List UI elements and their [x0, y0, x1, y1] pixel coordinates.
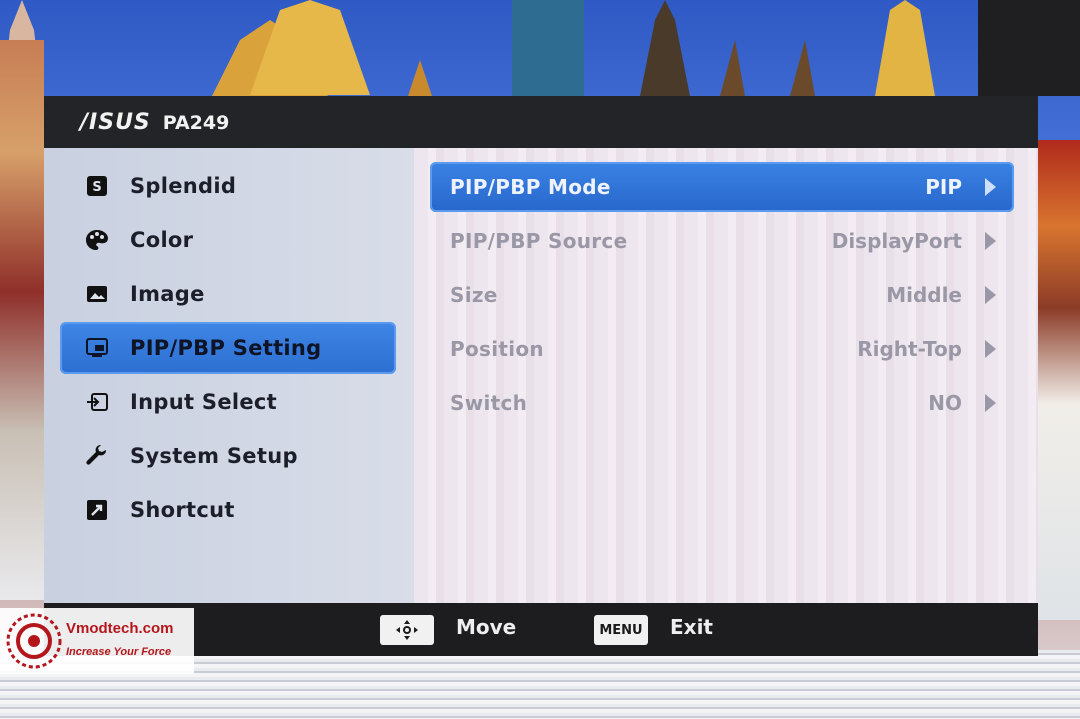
- chevron-right-icon: [985, 340, 996, 358]
- sidebar-item-color[interactable]: Color: [60, 214, 396, 266]
- osd-sidebar: S Splendid Color Image PIP/PBP Setting I…: [44, 148, 414, 603]
- setting-value: NO: [928, 391, 962, 415]
- setting-label: PIP/PBP Mode: [450, 175, 611, 199]
- sidebar-item-splendid[interactable]: S Splendid: [60, 160, 396, 212]
- setting-label: Position: [450, 337, 544, 361]
- vmodtech-seal-logo: [6, 613, 62, 669]
- watermark-tagline: Increase Your Force: [66, 646, 172, 658]
- sidebar-item-system-setup[interactable]: System Setup: [60, 430, 396, 482]
- wrench-icon: [84, 443, 110, 469]
- sidebar-item-shortcut[interactable]: Shortcut: [60, 484, 396, 536]
- setting-value: PIP: [925, 175, 962, 199]
- osd-titlebar: /ISUS PA249: [44, 96, 1038, 148]
- sidebar-item-label: Splendid: [130, 174, 237, 198]
- osd-menu-window: /ISUS PA249 S Splendid Color Image PIP/P…: [44, 96, 1038, 656]
- settings-panel: PIP/PBP Mode PIP PIP/PBP Source DisplayP…: [414, 148, 1038, 603]
- watermark-name: Vmodtech.com: [66, 620, 174, 637]
- chevron-right-icon: [985, 394, 996, 412]
- setting-value: DisplayPort: [831, 229, 962, 253]
- watermark: Vmodtech.com Increase Your Force: [0, 608, 194, 674]
- sidebar-item-input-select[interactable]: Input Select: [60, 376, 396, 428]
- brand-logo-text: /ISUS: [80, 109, 151, 135]
- sidebar-item-label: PIP/PBP Setting: [130, 336, 322, 360]
- setting-row-pip-pbp-mode[interactable]: PIP/PBP Mode PIP: [430, 162, 1014, 212]
- pip-icon: [84, 335, 110, 361]
- sidebar-item-label: System Setup: [130, 444, 298, 468]
- chevron-right-icon: [985, 232, 996, 250]
- left-scenery-strip: [0, 40, 44, 600]
- shortcut-icon: [84, 497, 110, 523]
- setting-label: PIP/PBP Source: [450, 229, 628, 253]
- menu-key[interactable]: MENU: [594, 615, 648, 645]
- setting-row-pip-pbp-source[interactable]: PIP/PBP Source DisplayPort: [430, 216, 1014, 266]
- setting-value: Right-Top: [857, 337, 962, 361]
- setting-label: Size: [450, 283, 498, 307]
- asus-logo: /ISUS PA249: [80, 109, 230, 135]
- setting-value: Middle: [886, 283, 962, 307]
- chevron-right-icon: [985, 286, 996, 304]
- splendid-icon: S: [84, 173, 110, 199]
- setting-label: Switch: [450, 391, 528, 415]
- chevron-right-icon: [985, 178, 996, 196]
- sidebar-item-label: Color: [130, 228, 194, 252]
- exit-label: Exit: [670, 615, 713, 639]
- sidebar-item-pip-pbp-setting[interactable]: PIP/PBP Setting: [60, 322, 396, 374]
- image-icon: [84, 281, 110, 307]
- setting-row-size[interactable]: Size Middle: [430, 270, 1014, 320]
- palette-icon: [84, 227, 110, 253]
- sidebar-item-image[interactable]: Image: [60, 268, 396, 320]
- svg-text:S: S: [92, 180, 101, 195]
- setting-row-switch[interactable]: Switch NO: [430, 378, 1014, 428]
- input-icon: [84, 389, 110, 415]
- sidebar-item-label: Input Select: [130, 390, 277, 414]
- sidebar-item-label: Image: [130, 282, 205, 306]
- move-label: Move: [456, 615, 517, 639]
- sidebar-item-label: Shortcut: [130, 498, 235, 522]
- model-name: PA249: [162, 112, 230, 134]
- right-scenery-strip: [1038, 140, 1080, 620]
- navigation-cross-icon: [396, 620, 418, 640]
- setting-row-position[interactable]: Position Right-Top: [430, 324, 1014, 374]
- move-key[interactable]: [380, 615, 434, 645]
